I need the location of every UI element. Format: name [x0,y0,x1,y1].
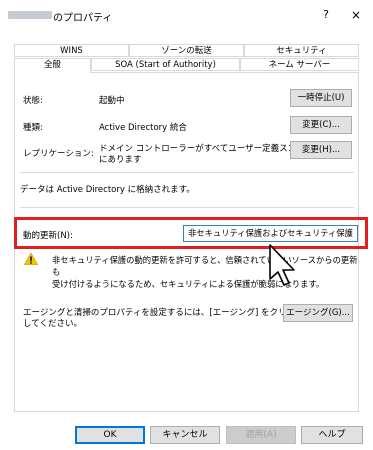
tab-name-servers[interactable]: ネーム サーバー [240,58,359,71]
warning-text: 非セキュリティ保護の動的更新を許可すると、信頼されていないソースからの更新も 受… [52,254,362,290]
aging-text-line2: してください。 [23,319,82,329]
type-label: 種類: [23,123,43,133]
type-change-button[interactable]: 変更(C)... [290,116,352,134]
dynamic-update-value: 非セキュリティ保護およびセキュリティ保護 [188,228,353,238]
tab-general[interactable]: 全般 [14,58,91,73]
redacted-server-name [8,11,52,19]
help-button[interactable]: ? [318,7,334,23]
window-title: のプロパティ [53,13,113,24]
tab-zone-transfers[interactable]: ゾーンの転送 [129,44,244,57]
storage-info-text: データは Active Directory に格納されます。 [20,185,195,195]
pause-button[interactable]: 一時停止(U) [290,89,352,107]
help-dialog-button[interactable]: ヘルプ [301,426,363,444]
aging-button[interactable]: エージング(G)... [283,304,353,322]
warning-icon [24,253,38,265]
apply-button[interactable]: 適用(A) [226,426,296,444]
mouse-cursor-icon [269,244,295,286]
separator [20,172,354,173]
type-value: Active Directory 統合 [99,123,187,133]
status-label: 状態: [23,96,43,106]
replication-label: レプリケーション: [23,149,94,159]
close-button[interactable]: × [348,7,364,23]
dynamic-update-label: 動的更新(N): [23,231,73,241]
tab-wins[interactable]: WINS [14,44,129,57]
separator [20,207,354,208]
warning-line1: 非セキュリティ保護の動的更新を許可すると、信頼されていないソースからの更新も [52,255,358,277]
cancel-button[interactable]: キャンセル [150,426,220,444]
replication-value-line2: にあります [99,155,142,165]
dynamic-update-select[interactable]: 非セキュリティ保護およびセキュリティ保護 ⌄ [183,225,358,242]
chevron-down-icon: ⌄ [346,229,353,238]
ok-button[interactable]: OK [75,426,145,444]
tab-soa[interactable]: SOA (Start of Authority) [91,58,240,71]
status-value: 起動中 [99,96,125,106]
tab-security[interactable]: セキュリティ [244,44,359,57]
replication-change-button[interactable]: 変更(H)... [290,141,352,159]
warning-line2: 受け付けるようになるため、セキュリティによる保護が脆弱になります。 [52,279,325,289]
